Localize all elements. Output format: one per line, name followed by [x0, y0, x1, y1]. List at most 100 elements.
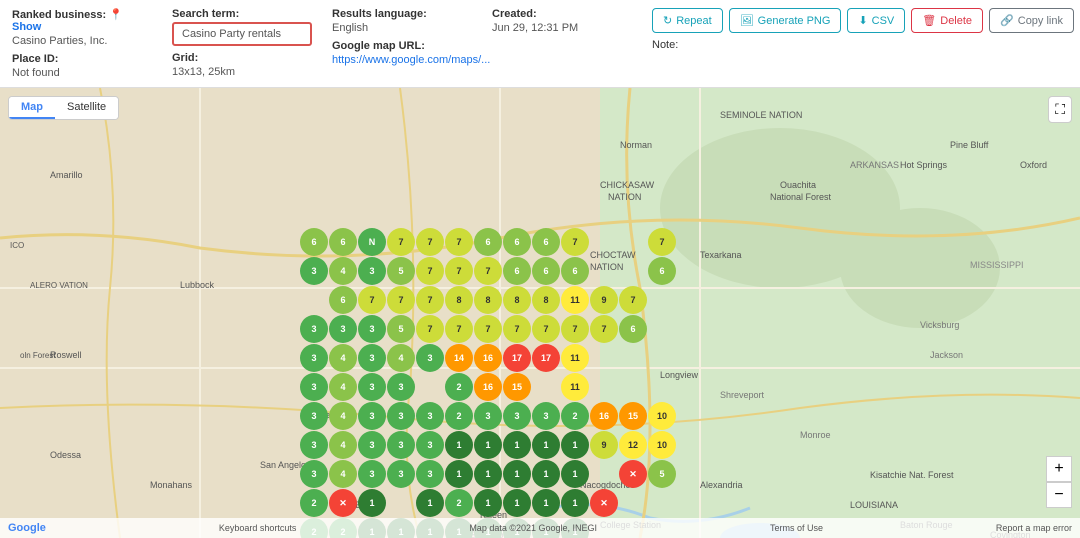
grid-cell: 3: [416, 344, 444, 372]
grid-cell: ✕: [590, 489, 618, 517]
grid-cell: 8: [474, 286, 502, 314]
grid-cell: 6: [532, 228, 560, 256]
svg-text:SEMINOLE NATION: SEMINOLE NATION: [720, 110, 802, 120]
svg-text:Amarillo: Amarillo: [50, 170, 83, 180]
grid-cell: 1: [445, 460, 473, 488]
grid-cell: 2: [561, 402, 589, 430]
copy-link-button[interactable]: 🔗 Copy link: [989, 8, 1074, 33]
svg-text:Hot Springs: Hot Springs: [900, 160, 948, 170]
grid-cell: 1: [503, 431, 531, 459]
grid-cell: 10: [648, 402, 676, 430]
svg-text:LOUISIANA: LOUISIANA: [850, 500, 898, 510]
grid-cell: 1: [358, 489, 386, 517]
grid-cell: 6: [474, 228, 502, 256]
note-label: Note:: [652, 39, 678, 51]
created-section: Created: Jun 29, 12:31 PM: [492, 8, 632, 34]
grid-cell: 7: [561, 315, 589, 343]
repeat-button[interactable]: ↻ Repeat: [652, 8, 723, 33]
created-label: Created:: [492, 8, 632, 20]
svg-text:Oxford: Oxford: [1020, 160, 1047, 170]
search-term-box: Casino Party rentals: [172, 22, 312, 46]
grid-cell: 6: [532, 257, 560, 285]
grid-cell: 1: [416, 489, 444, 517]
grid-cell: 7: [445, 257, 473, 285]
grid-cell: 3: [300, 315, 328, 343]
grid-cell: 7: [648, 228, 676, 256]
grid-cell: 3: [532, 402, 560, 430]
top-bar: Ranked business: 📍 Show Casino Parties, …: [0, 0, 1080, 88]
results-language-section: Results language: English Google map URL…: [332, 8, 472, 66]
svg-text:Odessa: Odessa: [50, 450, 81, 460]
grid-cell: 7: [387, 228, 415, 256]
delete-icon: 🗑: [922, 14, 936, 27]
grid-cell: 3: [358, 460, 386, 488]
grid-cell: 2: [445, 489, 473, 517]
grid-cell: 4: [329, 257, 357, 285]
zoom-in-button[interactable]: +: [1046, 456, 1072, 482]
grid-cell: 11: [561, 373, 589, 401]
grid-cell: 3: [387, 431, 415, 459]
grid-cell: 3: [358, 257, 386, 285]
grid-cell: 3: [503, 402, 531, 430]
grid-cell: [590, 460, 618, 488]
grid-cell: 3: [358, 315, 386, 343]
copy-link-label: Copy link: [1018, 15, 1063, 27]
delete-button[interactable]: 🗑 Delete: [911, 8, 983, 33]
grid-overlay: 66N7776667734357776666677788881197333577…: [300, 228, 676, 538]
grid-cell: N: [358, 228, 386, 256]
svg-text:MISSISSIPPI: MISSISSIPPI: [970, 260, 1024, 270]
link-icon: 🔗: [1000, 14, 1014, 27]
grid-cell: [648, 315, 676, 343]
svg-text:Monroe: Monroe: [800, 430, 831, 440]
generate-png-button[interactable]: 🖼 Generate PNG: [729, 8, 842, 33]
grid-cell: 16: [474, 344, 502, 372]
svg-text:National Forest: National Forest: [770, 192, 832, 202]
report-map-error[interactable]: Report a map error: [996, 523, 1072, 533]
tab-map[interactable]: Map: [9, 97, 55, 119]
grid-cell: 2: [300, 489, 328, 517]
grid-cell: 3: [300, 431, 328, 459]
zoom-out-button[interactable]: −: [1046, 482, 1072, 508]
grid-cell: 3: [387, 373, 415, 401]
tab-satellite[interactable]: Satellite: [55, 97, 118, 119]
grid-cell: 1: [561, 431, 589, 459]
svg-text:Alexandria: Alexandria: [700, 480, 743, 490]
grid-cell: ✕: [619, 460, 647, 488]
grid-cell: 8: [532, 286, 560, 314]
svg-text:Pine Bluff: Pine Bluff: [950, 140, 989, 150]
svg-text:ICO: ICO: [10, 241, 24, 250]
grid-cell: 7: [416, 228, 444, 256]
google-map-url-value[interactable]: https://www.google.com/maps/...: [332, 54, 472, 66]
terms-of-use[interactable]: Terms of Use: [770, 523, 823, 533]
grid-cell: 3: [300, 373, 328, 401]
keyboard-shortcuts[interactable]: Keyboard shortcuts: [219, 523, 297, 533]
grid-cell: 3: [358, 373, 386, 401]
grid-cell: 4: [387, 344, 415, 372]
grid-cell: [619, 344, 647, 372]
svg-text:ALERO VATION: ALERO VATION: [30, 281, 88, 290]
ranked-business-label-text: Ranked business:: [12, 9, 106, 21]
grid-cell: 9: [590, 286, 618, 314]
svg-text:NATION: NATION: [608, 192, 641, 202]
svg-text:CHICKASAW: CHICKASAW: [600, 180, 655, 190]
grid-cell: 7: [387, 286, 415, 314]
grid-cell: [590, 228, 618, 256]
grid-cell: 6: [300, 228, 328, 256]
csv-button[interactable]: ⬇ CSV: [847, 8, 905, 33]
map-tab-bar: Map Satellite: [8, 96, 119, 120]
svg-text:Monahans: Monahans: [150, 480, 193, 490]
grid-cell: 7: [532, 315, 560, 343]
note-section: Note:: [652, 39, 1074, 51]
grid-cell: 7: [561, 228, 589, 256]
search-term-label: Search term:: [172, 8, 312, 20]
show-link[interactable]: Show: [12, 21, 41, 33]
zoom-controls: + −: [1046, 456, 1072, 508]
grid-cell: [648, 344, 676, 372]
grid-cell: ✕: [329, 489, 357, 517]
grid-cell: 1: [474, 460, 502, 488]
grid-cell: 1: [561, 489, 589, 517]
grid-cell: 7: [445, 228, 473, 256]
business-name: Casino Parties, Inc.: [12, 35, 152, 47]
grid-cell: 6: [648, 257, 676, 285]
fullscreen-button[interactable]: ⛶: [1048, 96, 1072, 123]
